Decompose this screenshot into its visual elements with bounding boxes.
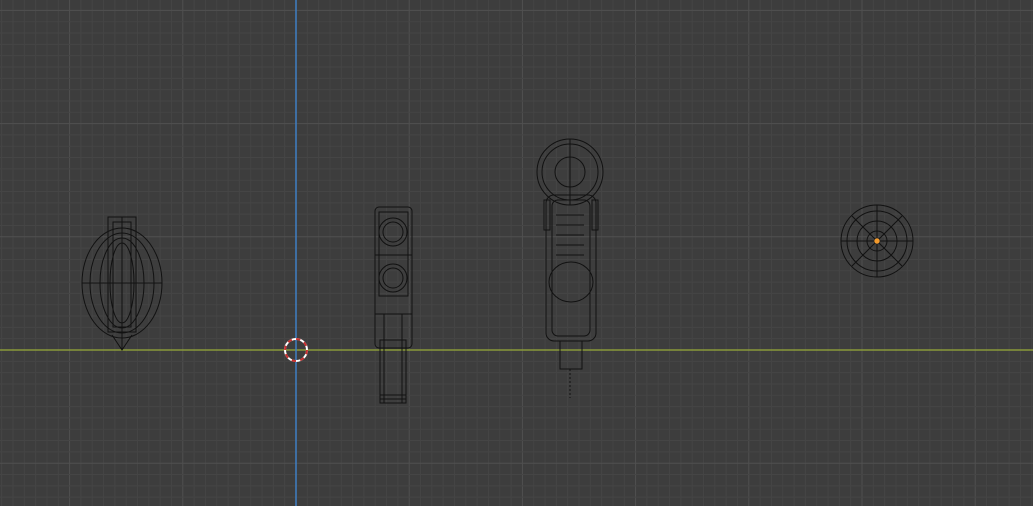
grid-floor bbox=[0, 0, 1033, 506]
viewport-canvas[interactable] bbox=[0, 0, 1033, 506]
3d-viewport[interactable] bbox=[0, 0, 1033, 506]
object-origin-icon bbox=[873, 237, 881, 245]
mesh-object-3[interactable] bbox=[536, 138, 604, 398]
